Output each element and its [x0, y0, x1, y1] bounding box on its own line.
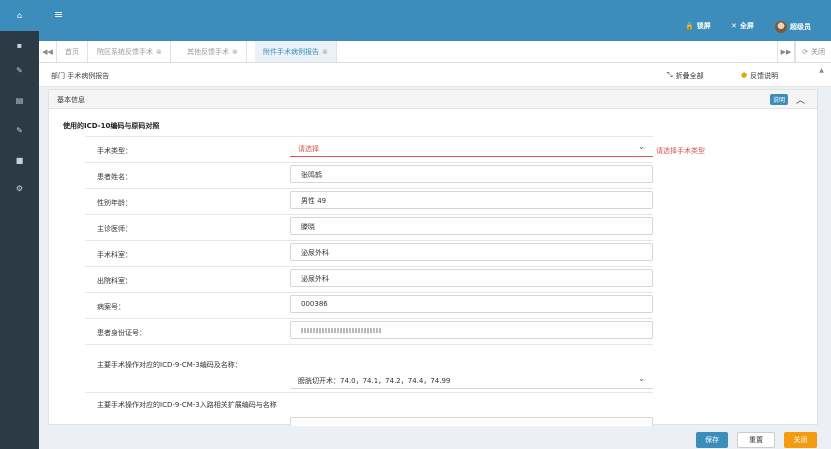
edit-icon[interactable]: ✎ — [0, 58, 39, 82]
form-label: 主要手术操作对应的ICD-9-CM-3编码及名称： — [97, 361, 242, 369]
lock-screen-button[interactable]: 🔒 锁屏 — [685, 21, 711, 31]
close-button[interactable]: 关闭 — [784, 432, 817, 448]
avatar — [775, 21, 787, 33]
panel-title: 基本信息 — [57, 96, 85, 104]
tab-close-icon[interactable]: ⊗ — [232, 48, 238, 56]
panel-subtitle: 使用的ICD-10编码与原码对照 — [63, 122, 160, 130]
approach-code-field[interactable] — [290, 417, 653, 426]
main-procedure-select[interactable]: 膀胱切开术：74.0，74.1，74.2，74.4，74.99 ⌄ — [290, 372, 653, 389]
gender-age-field[interactable]: 男性 49 — [290, 191, 653, 209]
lock-icon: 🔒 — [685, 22, 694, 30]
pencil-square-icon[interactable]: ✎ — [0, 118, 39, 142]
system-icon[interactable]: ▪ — [0, 33, 39, 57]
tab-other-feedback[interactable]: 其他反馈手术 ⊗ — [179, 41, 247, 62]
report-icon[interactable]: ▤ — [0, 88, 39, 112]
patient-name-field[interactable]: 张鸣鹤 — [290, 165, 653, 183]
chevron-up-icon[interactable]: ︿ — [796, 93, 805, 106]
gear-icon[interactable]: ⚙ — [0, 176, 39, 200]
video-icon[interactable]: ■ — [0, 148, 39, 172]
form-label: 患者姓名： — [97, 173, 132, 181]
validation-error: 请选择手术类型 — [656, 147, 705, 155]
form-label: 出院科室： — [97, 277, 132, 285]
form-label: 主要手术操作对应的ICD-9-CM-3入路相关扩展编码与名称 — [97, 401, 277, 409]
top-header: ≡ 🔒 锁屏 ✕ 全屏 超级员 — [39, 0, 831, 41]
case-number-field[interactable]: 000386 — [290, 295, 653, 313]
id-number-field[interactable] — [290, 321, 653, 339]
content-toolbar: 部门 手术病例报告 ⤡ 折叠全部 ● 反馈说明 — [39, 63, 831, 87]
masked-value — [301, 327, 381, 333]
form-label: 主诊医师： — [97, 225, 132, 233]
reset-button[interactable]: 重置 — [737, 432, 775, 448]
chevron-down-icon: ⌄ — [638, 374, 645, 383]
close-operations-button[interactable]: ⟳ 关闭 — [795, 41, 831, 62]
form-label: 手术科室： — [97, 251, 132, 259]
panel-header: 基本信息 说明 ︿ — [49, 90, 817, 109]
user-menu[interactable]: 超级员 — [775, 21, 811, 33]
form-label: 手术类型： — [97, 147, 132, 155]
fullscreen-button[interactable]: ✕ 全屏 — [731, 21, 754, 31]
save-button[interactable]: 保存 — [696, 432, 728, 448]
scrollbar-up-icon[interactable]: ▲ — [817, 66, 826, 74]
surgery-type-select[interactable]: 请选择 ⌄ — [290, 140, 653, 157]
discharge-dept-field[interactable]: 泌尿外科 — [290, 269, 653, 287]
refresh-icon: ⟳ — [802, 47, 808, 56]
tab-hospital-feedback[interactable]: 院区系统反馈手术 ⊗ — [89, 41, 171, 62]
tab-home[interactable]: 首页 — [57, 41, 88, 62]
tab-bar: ◀◀ 首页 院区系统反馈手术 ⊗ 其他反馈手术 ⊗ 附件手术病例报告 ⊗ ▶▶ ⟳ 关闭 — [39, 41, 831, 63]
surgeon-field[interactable]: 滕晓 — [290, 217, 653, 235]
tab-scroll-right-button[interactable]: ▶▶ — [777, 41, 795, 62]
basic-info-panel: 基本信息 说明 ︿ 使用的ICD-10编码与原码对照 手术类型： 请选择 ⌄ 请选… — [48, 89, 818, 426]
panel-badge[interactable]: 说明 — [769, 94, 788, 105]
tab-surgery-report[interactable]: 附件手术病例报告 ⊗ — [255, 41, 337, 62]
collapse-all-button[interactable]: ⤡ 折叠全部 — [667, 71, 704, 81]
chevron-down-icon: ⌄ — [638, 142, 645, 151]
info-icon: ● — [741, 71, 748, 79]
form-label: 患者身份证号： — [97, 329, 146, 337]
form-label: 性别年龄： — [97, 199, 132, 207]
surgery-dept-field[interactable]: 泌尿外科 — [290, 243, 653, 261]
sidebar: ⌂ ▪ ✎ ▤ ✎ ■ ⚙ — [0, 0, 39, 449]
expand-icon: ✕ — [731, 22, 737, 30]
hamburger-icon[interactable]: ≡ — [54, 8, 63, 21]
action-bar: 保存 重置 关闭 — [39, 428, 831, 449]
breadcrumb: 部门 手术病例报告 — [51, 72, 110, 80]
tab-close-icon[interactable]: ⊗ — [156, 48, 162, 56]
tab-scroll-left-button[interactable]: ◀◀ — [39, 41, 57, 62]
tab-close-icon[interactable]: ⊗ — [322, 48, 328, 56]
form-label: 病案号： — [97, 303, 125, 311]
home-icon[interactable]: ⌂ — [0, 0, 39, 31]
compress-icon: ⤡ — [667, 71, 673, 79]
feedback-button[interactable]: ● 反馈说明 — [741, 71, 778, 81]
